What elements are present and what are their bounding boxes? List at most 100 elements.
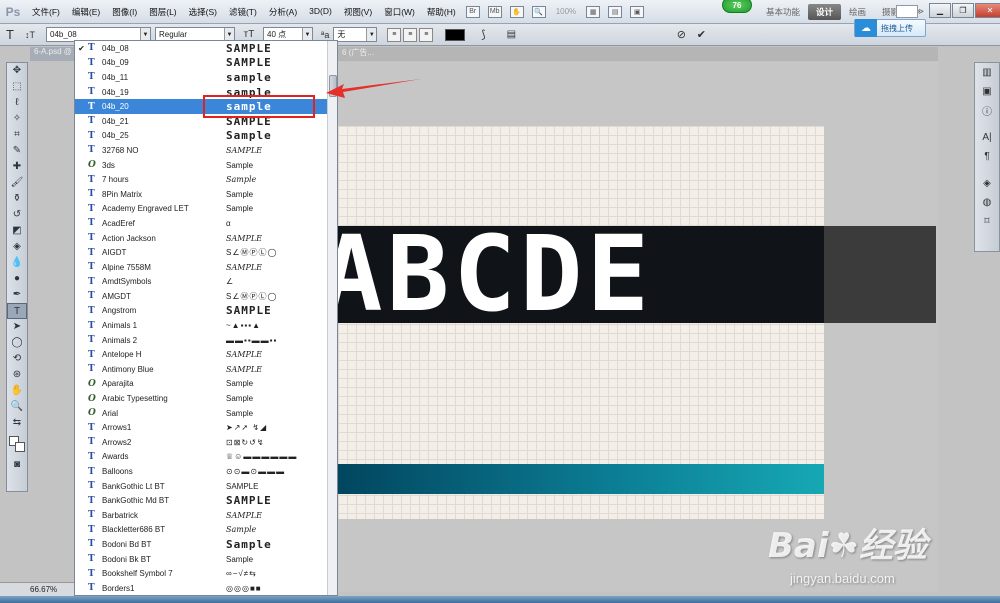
menu-item[interactable]: 窗口(W)	[378, 6, 421, 18]
menu-item[interactable]: 3D(D)	[303, 6, 338, 18]
warp-text-icon[interactable]: ⟆	[473, 28, 493, 41]
font-list-item[interactable]: T Angstrom SAMPLE	[75, 304, 337, 319]
font-list-item[interactable]: T Barbatrick SAMPLE	[75, 508, 337, 523]
menu-item[interactable]: 选择(S)	[183, 6, 223, 18]
restore-button[interactable]: ❐	[952, 3, 974, 18]
pen-tool-icon[interactable]: ✒	[7, 287, 27, 303]
screen-mode-icon[interactable]: ▣	[630, 5, 645, 18]
font-list-item[interactable]: T Antelope H SAMPLE	[75, 347, 337, 362]
font-list-item[interactable]: T AcadEref α	[75, 216, 337, 231]
move-tool-icon[interactable]: ✥	[7, 63, 27, 79]
paragraph-icon[interactable]: ¶	[975, 147, 999, 166]
font-list-item[interactable]: T Bodoni Bk BT Sample	[75, 552, 337, 567]
navigator-icon[interactable]: ▣	[975, 82, 999, 101]
notification-badge[interactable]: 76	[722, 0, 752, 13]
eraser-tool-icon[interactable]: ◩	[7, 223, 27, 239]
color-picker-icon[interactable]	[7, 431, 27, 457]
font-list-item[interactable]: T Action Jackson SAMPLE	[75, 231, 337, 246]
font-list-item[interactable]: T 04b_25 Sample	[75, 129, 337, 144]
workspace-design[interactable]: 设计	[808, 4, 842, 20]
menu-item[interactable]: 滤镜(T)	[223, 6, 263, 18]
search-input[interactable]	[896, 5, 918, 18]
menu-item[interactable]: 帮助(H)	[421, 6, 462, 18]
path-select-icon[interactable]: ➤	[7, 319, 27, 335]
font-list-item[interactable]: T AIGDT S∠ⓂⓅⓁ◯	[75, 245, 337, 260]
text-tool-icon[interactable]: T	[0, 27, 20, 42]
document-tab[interactable]: 6-A.psd @	[30, 47, 74, 61]
3d-rotate-icon[interactable]: ⟲	[7, 351, 27, 367]
menu-item[interactable]: 图像(I)	[106, 6, 143, 18]
paint-bucket-icon[interactable]: ◈	[7, 239, 27, 255]
font-list-item[interactable]: T Animals 2 ▬▬▪▪▬▬▪▪	[75, 333, 337, 348]
font-list-item[interactable]: T Balloons ⊙⊙▬⊙▬▬▬	[75, 464, 337, 479]
type-tool-icon[interactable]: T	[7, 303, 27, 319]
cancel-icon[interactable]: ⊘	[671, 28, 691, 41]
chevron-down-icon[interactable]: ▼	[366, 28, 377, 41]
align-center-icon[interactable]: ≡	[403, 27, 418, 42]
font-list-item[interactable]: T Antimony Blue SAMPLE	[75, 362, 337, 377]
layers-icon[interactable]: ◈	[975, 174, 999, 193]
clone-stamp-icon[interactable]: ⚱	[7, 191, 27, 207]
quick-mask-icon[interactable]: ◙	[7, 457, 27, 473]
menu-item[interactable]: 编辑(E)	[66, 6, 106, 18]
marquee-tool-icon[interactable]: ⬚	[7, 79, 27, 95]
mini-bridge-icon[interactable]: Mb	[487, 5, 502, 18]
font-list-item[interactable]: T 04b_09 SAMPLE	[75, 56, 337, 71]
brush-tool-icon[interactable]: 🖌	[7, 175, 27, 191]
info-icon[interactable]: ⓘ	[975, 101, 999, 120]
3d-orbit-icon[interactable]: ⊛	[7, 367, 27, 383]
font-dropdown-list[interactable]: ✔ T 04b_08 SAMPLE T 04b_09 SAMPLE T 04b_11 sample…	[74, 40, 338, 596]
quick-select-tool-icon[interactable]: ✧	[7, 111, 27, 127]
zoom-tool-icon[interactable]: 🔍	[7, 399, 27, 415]
canvas-area[interactable]: ABCDE	[320, 62, 938, 592]
font-list-item[interactable]: ✔ T 04b_08 SAMPLE	[75, 41, 337, 56]
font-list-item[interactable]: T Blackletter686 BT Sample	[75, 523, 337, 538]
swap-colors-icon[interactable]: ⇆	[7, 415, 27, 431]
font-list-item[interactable]: O Arial Sample	[75, 406, 337, 421]
hand-icon[interactable]: ✋	[509, 5, 524, 18]
font-list-item[interactable]: O Arabic Typesetting Sample	[75, 391, 337, 406]
menu-item[interactable]: 文件(F)	[26, 6, 66, 18]
align-right-icon[interactable]: ≡	[419, 27, 434, 42]
drag-upload-button[interactable]: ☁ 拖拽上传	[854, 19, 926, 37]
blur-tool-icon[interactable]: 💧	[7, 255, 27, 271]
menu-item[interactable]: 图层(L)	[143, 6, 182, 18]
shape-tool-icon[interactable]: ◯	[7, 335, 27, 351]
text-orientation-icon[interactable]: ↕T	[20, 30, 40, 40]
font-list-item[interactable]: T 32768 NO SAMPLE	[75, 143, 337, 158]
font-list-item[interactable]: T Arrows2 ⊡⊠↻↺↯	[75, 435, 337, 450]
view-extras-icon[interactable]: ▦	[586, 5, 601, 18]
histogram-icon[interactable]: ▥	[975, 63, 999, 82]
menu-item[interactable]: 分析(A)	[263, 6, 303, 18]
zoom-status[interactable]: 66.67%	[30, 585, 57, 594]
minimize-button[interactable]: ▁	[929, 3, 951, 18]
font-list-item[interactable]: T Arrows1 ➤↗➚ ↯◢	[75, 420, 337, 435]
eyedropper-tool-icon[interactable]: ✎	[7, 143, 27, 159]
hand-tool-icon[interactable]: ✋	[7, 383, 27, 399]
font-list-item[interactable]: O Aparajita Sample	[75, 377, 337, 392]
font-list-item[interactable]: T BankGothic Lt BT SAMPLE	[75, 479, 337, 494]
character-icon[interactable]: A|	[975, 128, 999, 147]
lasso-tool-icon[interactable]: ℓ	[7, 95, 27, 111]
channels-icon[interactable]: ◍	[975, 193, 999, 212]
canvas-text-layer[interactable]: ABCDE	[320, 225, 824, 323]
menu-item[interactable]: 视图(V)	[338, 6, 378, 18]
text-color-swatch[interactable]	[445, 28, 466, 41]
font-list-item[interactable]: T Animals 1 ~▲▪▪▪▲	[75, 318, 337, 333]
document-tab-title[interactable]: 6 (广告...	[338, 47, 938, 61]
font-list-item[interactable]: T BankGothic Md BT SAMPLE	[75, 493, 337, 508]
font-list-item[interactable]: T Bookshelf Symbol 7 ∞−√≠⇆	[75, 566, 337, 581]
font-list-item[interactable]: T Awards ♕☺▬▬▬▬▬▬	[75, 450, 337, 465]
commit-icon[interactable]: ✔	[691, 28, 711, 41]
align-left-icon[interactable]: ≡	[387, 27, 402, 42]
zoom-level[interactable]: 100%	[556, 7, 576, 16]
font-list-item[interactable]: T 8Pin Matrix Sample	[75, 187, 337, 202]
font-list-item[interactable]: T 04b_11 sample	[75, 70, 337, 85]
character-panel-icon[interactable]: ▤	[501, 29, 521, 40]
font-list-item[interactable]: T Academy Engraved LET Sample	[75, 202, 337, 217]
crop-tool-icon[interactable]: ⌗	[7, 127, 27, 143]
paths-icon[interactable]: ⌑	[975, 212, 999, 231]
workspace-painting[interactable]: 绘画	[841, 4, 874, 20]
font-list-item[interactable]: O 3ds Sample	[75, 158, 337, 173]
dropdown-scrollbar[interactable]	[327, 41, 337, 595]
